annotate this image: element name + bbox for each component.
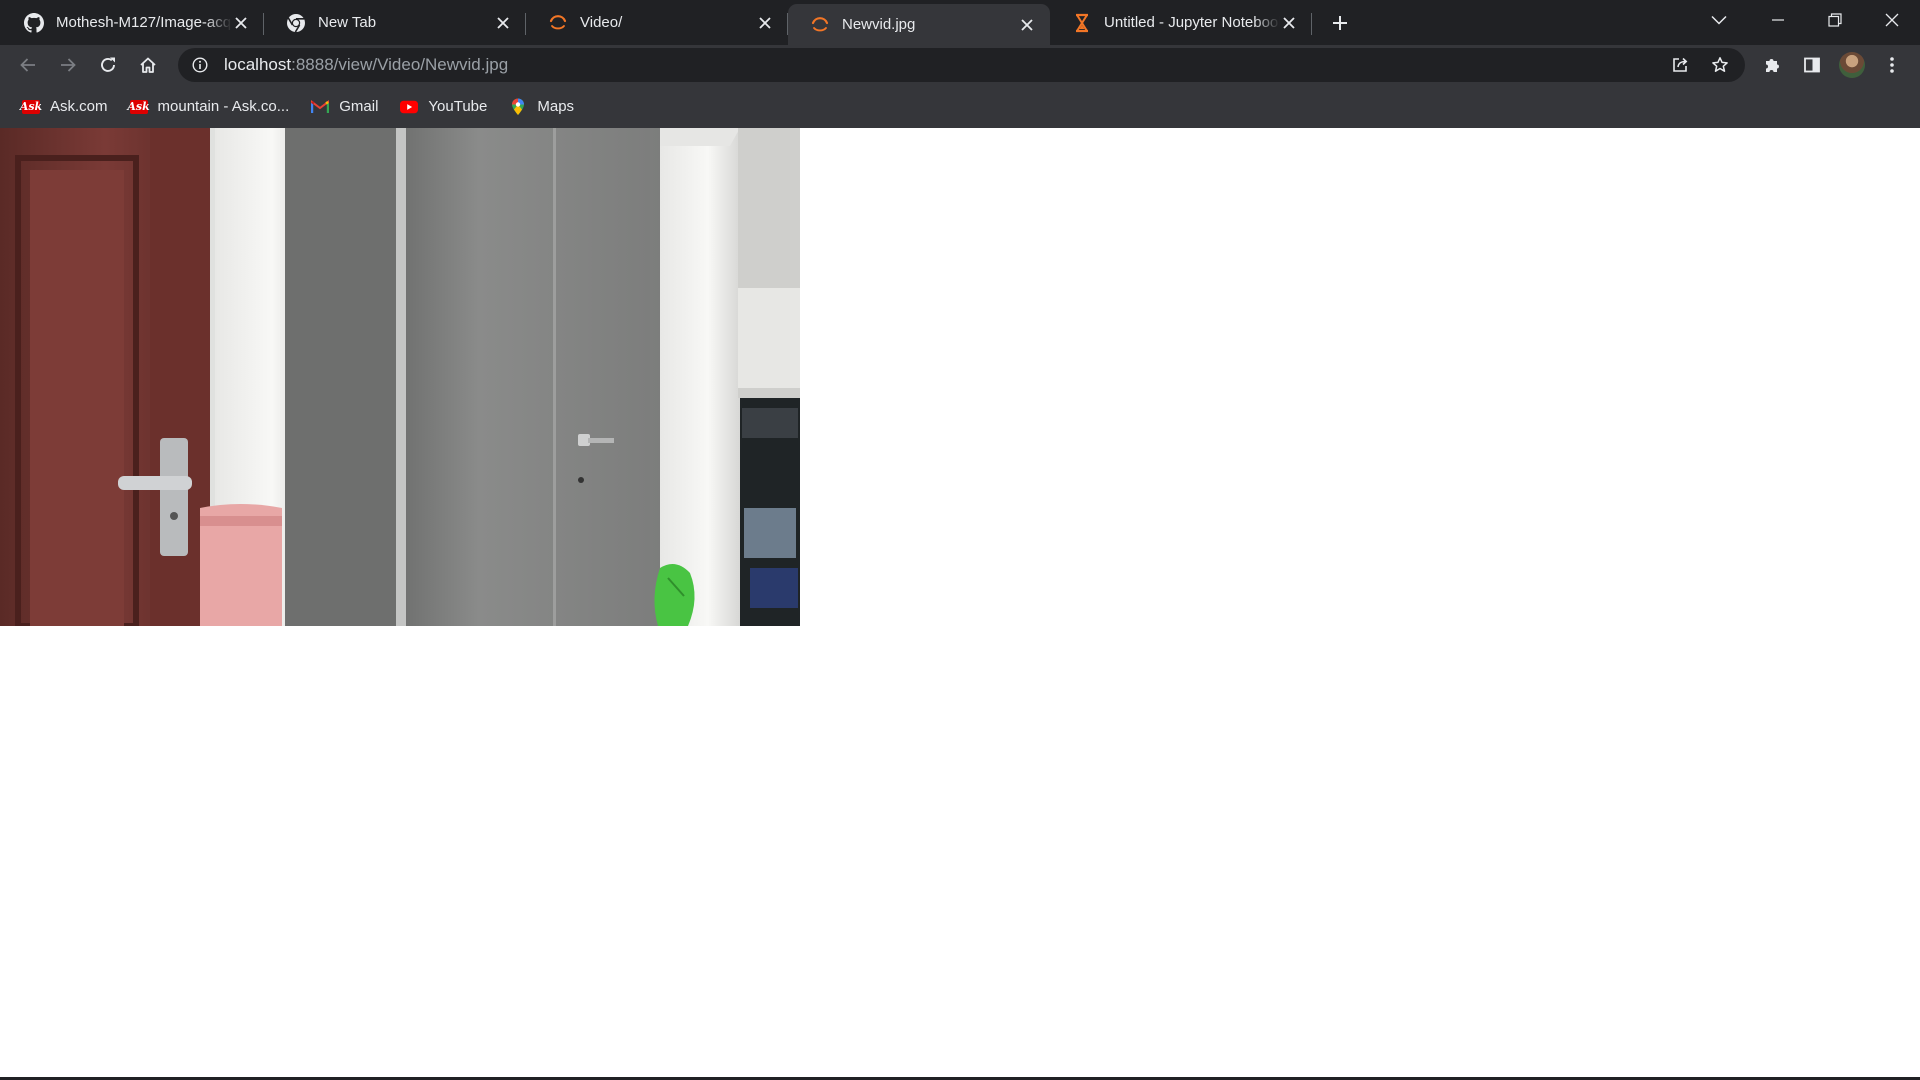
more-vertical-icon bbox=[1890, 57, 1894, 73]
bookmark-label: Gmail bbox=[339, 98, 379, 115]
tab-video-folder[interactable]: Video/ bbox=[526, 2, 788, 43]
close-window-button[interactable] bbox=[1863, 0, 1920, 40]
side-panel-button[interactable] bbox=[1792, 45, 1832, 85]
ask-icon: Ask bbox=[127, 99, 150, 114]
jupyter-spinner-icon bbox=[548, 13, 568, 33]
bookmark-gmail[interactable]: Gmail bbox=[307, 92, 388, 122]
address-bar-actions bbox=[1663, 48, 1737, 82]
github-icon bbox=[24, 12, 44, 33]
side-panel-icon bbox=[1804, 57, 1820, 73]
tab-title: Untitled - Jupyter Notebook bbox=[1104, 14, 1280, 31]
tab-title: Video/ bbox=[580, 14, 623, 31]
minimize-icon bbox=[1771, 19, 1784, 21]
ask-icon: Ask bbox=[19, 99, 43, 114]
restore-button[interactable] bbox=[1806, 0, 1863, 40]
bookmark-ask-com[interactable]: Ask Ask.com bbox=[18, 92, 118, 122]
tab-github[interactable]: Mothesh-M127/Image-acq bbox=[2, 2, 264, 43]
bookmark-label: YouTube bbox=[428, 98, 488, 115]
tab-strip: Mothesh-M127/Image-acq New Tab Video/ Ne… bbox=[0, 0, 1920, 45]
close-icon[interactable] bbox=[494, 14, 512, 32]
bookmark-mountain-ask[interactable]: Ask mountain - Ask.co... bbox=[126, 92, 300, 122]
extensions-button[interactable] bbox=[1752, 45, 1792, 85]
window-controls bbox=[1749, 0, 1920, 40]
youtube-icon bbox=[400, 98, 419, 116]
share-icon bbox=[1673, 57, 1688, 72]
page-content bbox=[0, 128, 1920, 1080]
tab-newvid-jpg[interactable]: Newvid.jpg bbox=[788, 4, 1050, 45]
close-icon[interactable] bbox=[1018, 16, 1036, 34]
close-icon[interactable] bbox=[232, 14, 250, 32]
url-host: localhost bbox=[224, 55, 292, 74]
room-photo bbox=[0, 128, 800, 626]
reload-button[interactable] bbox=[88, 45, 128, 85]
minimize-button[interactable] bbox=[1749, 0, 1806, 40]
maps-icon bbox=[509, 98, 527, 116]
tab-title: New Tab bbox=[318, 14, 377, 31]
star-icon bbox=[1712, 57, 1728, 72]
avatar bbox=[1839, 52, 1865, 78]
chrome-icon bbox=[286, 13, 306, 33]
tab-jupyter-notebook[interactable]: Untitled - Jupyter Notebook bbox=[1050, 2, 1312, 43]
bookmark-label: mountain - Ask.co... bbox=[157, 98, 290, 115]
menu-button[interactable] bbox=[1872, 45, 1912, 85]
back-button[interactable] bbox=[8, 45, 48, 85]
bookmark-star-button[interactable] bbox=[1703, 48, 1737, 82]
close-icon bbox=[1885, 13, 1898, 27]
restore-icon bbox=[1827, 13, 1842, 27]
close-icon[interactable] bbox=[756, 14, 774, 32]
home-button[interactable] bbox=[128, 45, 168, 85]
tab-new-tab[interactable]: New Tab bbox=[264, 2, 526, 43]
bookmark-label: Ask.com bbox=[50, 98, 108, 115]
bookmark-youtube[interactable]: YouTube bbox=[396, 92, 497, 122]
forward-button[interactable] bbox=[48, 45, 88, 85]
new-tab-button[interactable] bbox=[1324, 7, 1356, 39]
bookmark-maps[interactable]: Maps bbox=[505, 92, 584, 122]
arrow-left-icon bbox=[20, 58, 35, 72]
browser-toolbar: localhost:8888/view/Video/Newvid.jpg bbox=[0, 45, 1920, 85]
chevron-down-icon bbox=[1711, 15, 1727, 25]
url-path: :8888/view/Video/Newvid.jpg bbox=[291, 55, 509, 74]
gmail-icon bbox=[311, 98, 330, 116]
puzzle-icon bbox=[1766, 59, 1779, 72]
share-button[interactable] bbox=[1663, 48, 1697, 82]
viewed-image[interactable] bbox=[0, 128, 800, 626]
bookmark-label: Maps bbox=[537, 98, 575, 115]
toolbar-right bbox=[1752, 45, 1920, 85]
bookmarks-bar: Ask Ask.com Ask mountain - Ask.co... Gma… bbox=[0, 85, 1920, 128]
close-icon[interactable] bbox=[1280, 14, 1298, 32]
info-icon[interactable] bbox=[190, 55, 210, 75]
jupyter-spinner-icon bbox=[810, 15, 830, 35]
tab-search-button[interactable] bbox=[1700, 6, 1738, 34]
tab-divider bbox=[1311, 13, 1312, 35]
address-bar[interactable]: localhost:8888/view/Video/Newvid.jpg bbox=[178, 48, 1745, 82]
profile-button[interactable] bbox=[1832, 45, 1872, 85]
arrow-right-icon bbox=[61, 58, 76, 72]
url-text[interactable]: localhost:8888/view/Video/Newvid.jpg bbox=[224, 55, 508, 75]
plus-icon bbox=[1333, 15, 1347, 30]
tab-title: Mothesh-M127/Image-acq bbox=[56, 14, 232, 31]
home-icon bbox=[140, 57, 156, 73]
tab-title: Newvid.jpg bbox=[842, 16, 916, 33]
reload-icon bbox=[101, 57, 115, 72]
hourglass-icon bbox=[1072, 13, 1092, 33]
